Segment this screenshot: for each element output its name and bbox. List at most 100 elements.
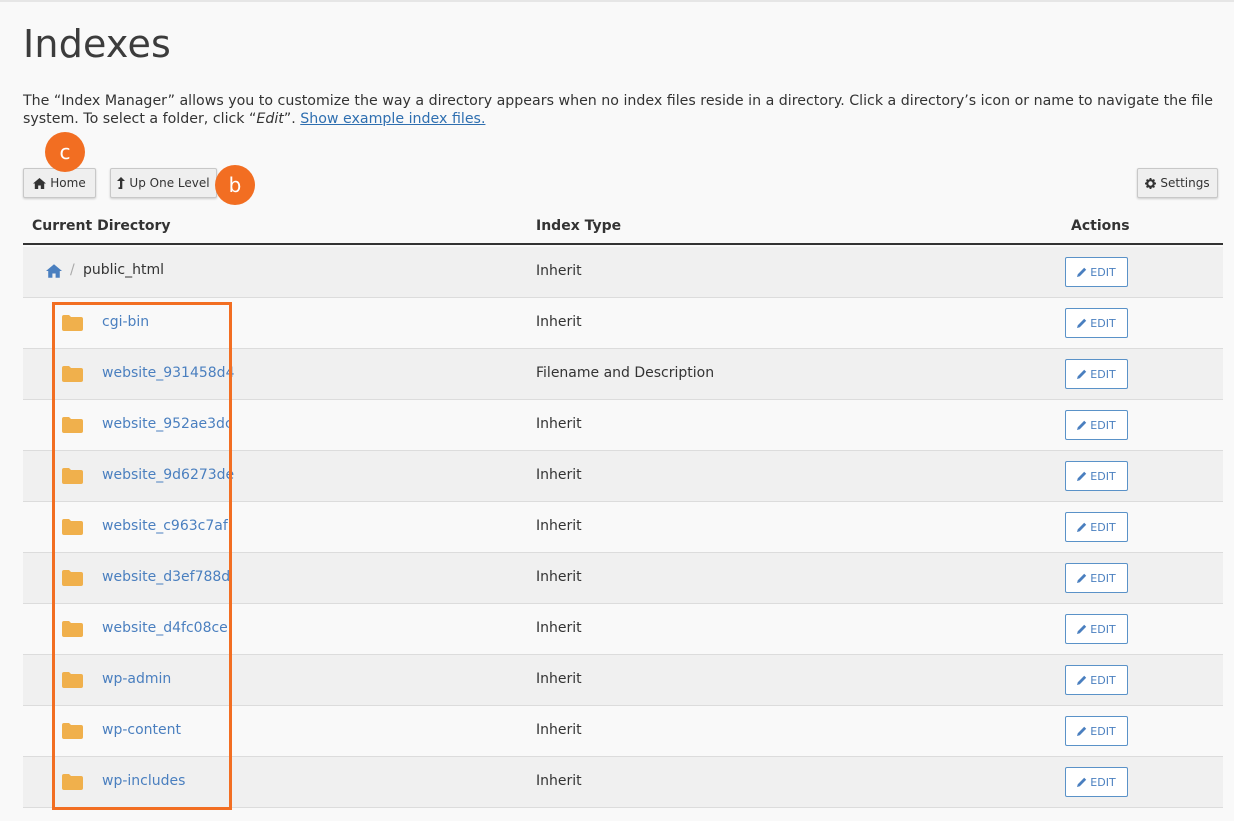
edit-button[interactable]: EDIT bbox=[1065, 257, 1128, 287]
pencil-icon bbox=[1077, 318, 1087, 328]
folder-icon[interactable] bbox=[62, 417, 83, 433]
gear-icon bbox=[1145, 177, 1157, 189]
pencil-icon bbox=[1077, 675, 1087, 685]
pencil-icon bbox=[1077, 420, 1087, 430]
folder-icon[interactable] bbox=[62, 672, 83, 688]
pencil-icon bbox=[1077, 573, 1087, 583]
index-type: Filename and Description bbox=[536, 365, 715, 381]
breadcrumb-separator: / bbox=[70, 262, 75, 278]
pencil-icon bbox=[1077, 471, 1087, 481]
index-type: Inherit bbox=[536, 722, 582, 738]
pencil-icon bbox=[1077, 777, 1087, 787]
header-current-directory: Current Directory bbox=[32, 218, 171, 234]
edit-button[interactable]: EDIT bbox=[1065, 308, 1128, 338]
pencil-icon bbox=[1077, 624, 1087, 634]
show-example-index-files-link[interactable]: Show example index files. bbox=[300, 111, 485, 127]
edit-button-label: EDIT bbox=[1090, 367, 1116, 381]
directory-name-link[interactable]: website_952ae3dc bbox=[102, 416, 233, 432]
callout-c: c bbox=[45, 132, 85, 172]
folder-icon[interactable] bbox=[62, 468, 83, 484]
edit-button[interactable]: EDIT bbox=[1065, 410, 1128, 440]
edit-button[interactable]: EDIT bbox=[1065, 461, 1128, 491]
edit-button-label: EDIT bbox=[1090, 520, 1116, 534]
folder-icon[interactable] bbox=[62, 570, 83, 586]
directory-name-link[interactable]: wp-content bbox=[102, 722, 181, 738]
folder-icon[interactable] bbox=[62, 774, 83, 790]
table-row: website_931458d4 Filename and Description… bbox=[23, 349, 1223, 400]
edit-button[interactable]: EDIT bbox=[1065, 614, 1128, 644]
directory-name-link[interactable]: wp-includes bbox=[102, 773, 185, 789]
home-button[interactable]: Home bbox=[23, 168, 96, 198]
description-edit-word: Edit bbox=[256, 111, 284, 127]
edit-button[interactable]: EDIT bbox=[1065, 512, 1128, 542]
directory-name-link[interactable]: website_9d6273de bbox=[102, 467, 234, 483]
table-row: cgi-bin Inherit EDIT bbox=[23, 298, 1223, 349]
index-type: Inherit bbox=[536, 467, 582, 483]
edit-button-label: EDIT bbox=[1090, 622, 1116, 636]
index-type: Inherit bbox=[536, 569, 582, 585]
index-type: Inherit bbox=[536, 620, 582, 636]
table-row: wp-admin Inherit EDIT bbox=[23, 655, 1223, 706]
breadcrumb-current: public_html bbox=[83, 262, 165, 278]
directory-name-link[interactable]: cgi-bin bbox=[102, 314, 149, 330]
level-up-icon bbox=[117, 177, 126, 189]
index-type: Inherit bbox=[536, 518, 582, 534]
edit-button-label: EDIT bbox=[1090, 775, 1116, 789]
table-row: website_9d6273de Inherit EDIT bbox=[23, 451, 1223, 502]
table-row: website_c963c7af Inherit EDIT bbox=[23, 502, 1223, 553]
home-icon bbox=[33, 177, 47, 189]
table-header: Current Directory Index Type Actions bbox=[23, 207, 1223, 245]
edit-button-label: EDIT bbox=[1090, 265, 1116, 279]
folder-icon[interactable] bbox=[62, 621, 83, 637]
folder-icon[interactable] bbox=[62, 723, 83, 739]
page-description: The “Index Manager” allows you to custom… bbox=[23, 92, 1228, 128]
table-row: wp-content Inherit EDIT bbox=[23, 706, 1223, 757]
edit-button[interactable]: EDIT bbox=[1065, 563, 1128, 593]
settings-button-label: Settings bbox=[1160, 176, 1210, 190]
table-row-root: / public_html Inherit EDIT bbox=[23, 247, 1223, 298]
edit-button-label: EDIT bbox=[1090, 571, 1116, 585]
home-icon[interactable] bbox=[46, 264, 62, 278]
table-row: website_d3ef788d Inherit EDIT bbox=[23, 553, 1223, 604]
pencil-icon bbox=[1077, 267, 1087, 277]
home-button-label: Home bbox=[50, 176, 86, 190]
pencil-icon bbox=[1077, 369, 1087, 379]
folder-icon[interactable] bbox=[62, 315, 83, 331]
edit-button[interactable]: EDIT bbox=[1065, 359, 1128, 389]
edit-button-label: EDIT bbox=[1090, 469, 1116, 483]
index-type: Inherit bbox=[536, 773, 582, 789]
edit-button[interactable]: EDIT bbox=[1065, 716, 1128, 746]
edit-button-label: EDIT bbox=[1090, 724, 1116, 738]
up-one-level-button[interactable]: Up One Level bbox=[110, 168, 217, 198]
page-title: Indexes bbox=[23, 22, 172, 66]
header-index-type: Index Type bbox=[536, 218, 622, 234]
edit-button-label: EDIT bbox=[1090, 316, 1116, 330]
description-suffix: ”. bbox=[283, 111, 301, 127]
index-type: Inherit bbox=[536, 416, 582, 432]
pencil-icon bbox=[1077, 726, 1087, 736]
edit-button[interactable]: EDIT bbox=[1065, 767, 1128, 797]
up-one-level-label: Up One Level bbox=[129, 176, 210, 190]
header-actions: Actions bbox=[1071, 218, 1130, 234]
table-row: wp-includes Inherit EDIT bbox=[23, 757, 1223, 808]
index-type: Inherit bbox=[536, 314, 582, 330]
index-type: Inherit bbox=[536, 263, 582, 279]
folder-icon[interactable] bbox=[62, 519, 83, 535]
directory-name-link[interactable]: website_931458d4 bbox=[102, 365, 234, 381]
callout-b: b bbox=[215, 165, 255, 205]
table-row: website_d4fc08ce Inherit EDIT bbox=[23, 604, 1223, 655]
index-type: Inherit bbox=[536, 671, 582, 687]
edit-button-label: EDIT bbox=[1090, 418, 1116, 432]
directory-name-link[interactable]: website_d3ef788d bbox=[102, 569, 230, 585]
table-row: website_952ae3dc Inherit EDIT bbox=[23, 400, 1223, 451]
directory-name-link[interactable]: wp-admin bbox=[102, 671, 171, 687]
settings-button[interactable]: Settings bbox=[1137, 168, 1218, 198]
folder-icon[interactable] bbox=[62, 366, 83, 382]
edit-button[interactable]: EDIT bbox=[1065, 665, 1128, 695]
edit-button-label: EDIT bbox=[1090, 673, 1116, 687]
description-text: The “Index Manager” allows you to custom… bbox=[23, 93, 1214, 127]
directory-name-link[interactable]: website_d4fc08ce bbox=[102, 620, 228, 636]
directory-name-link[interactable]: website_c963c7af bbox=[102, 518, 228, 534]
pencil-icon bbox=[1077, 522, 1087, 532]
top-border bbox=[0, 0, 1234, 2]
